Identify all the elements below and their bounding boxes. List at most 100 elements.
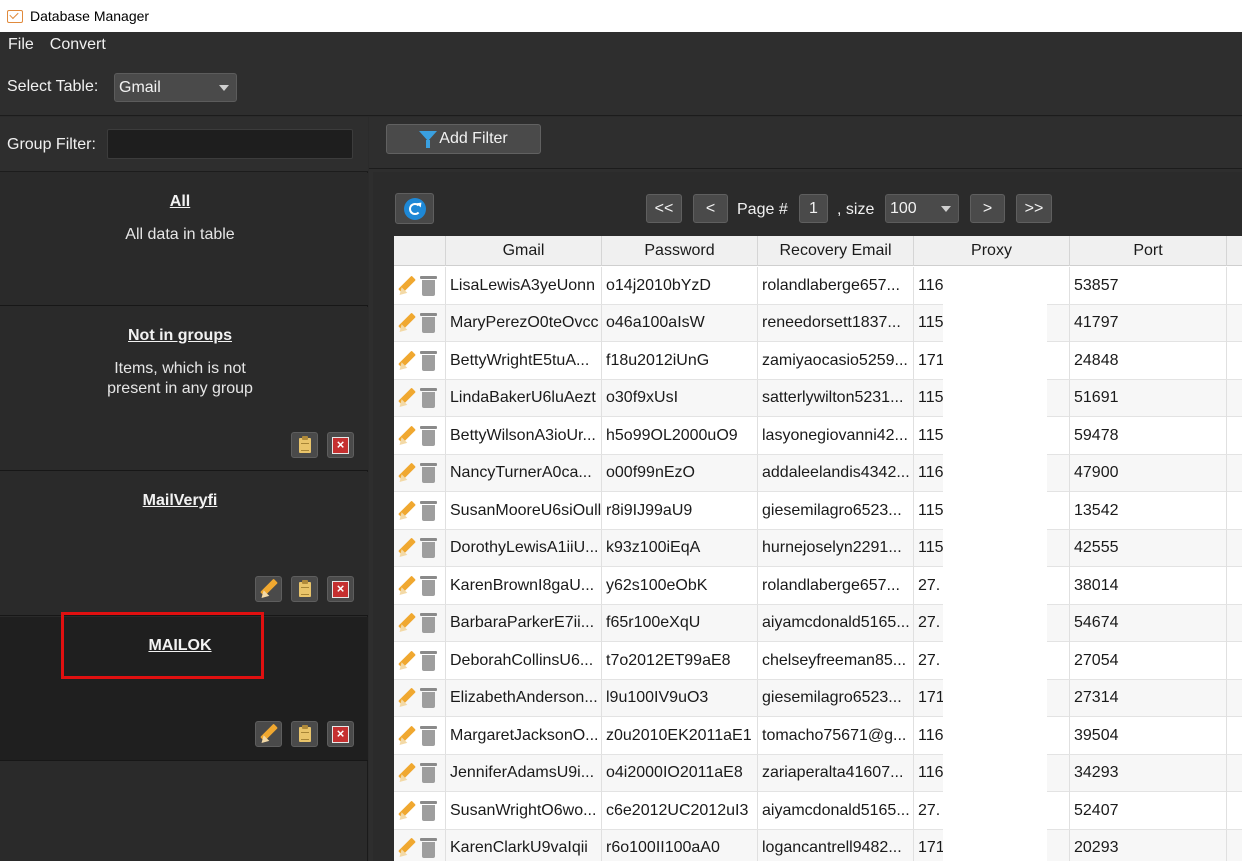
cell-port[interactable]: 51691	[1070, 379, 1227, 417]
copy-group-button[interactable]	[291, 576, 318, 602]
cell-password[interactable]: o14j2010bYzD	[602, 267, 758, 304]
delete-row-trash-icon[interactable]	[420, 388, 437, 408]
page-size-dropdown[interactable]: 100	[885, 194, 959, 223]
cell-port[interactable]: 27314	[1070, 679, 1227, 717]
delete-row-trash-icon[interactable]	[420, 688, 437, 708]
cell-port[interactable]: 39504	[1070, 717, 1227, 754]
cell-recovery-email[interactable]: rolandlaberge657...	[758, 267, 914, 304]
table-row[interactable]: ElizabethAnderson... l9u100IV9uO3 giesemil…	[394, 679, 1242, 717]
delete-row-trash-icon[interactable]	[420, 538, 437, 558]
edit-row-pencil-icon[interactable]	[397, 538, 417, 558]
add-filter-button[interactable]: Add Filter	[386, 124, 541, 154]
cell-port[interactable]: 53857	[1070, 267, 1227, 304]
copy-group-button[interactable]	[291, 721, 318, 747]
table-row[interactable]: JenniferAdamsU9i... o4i2000IO2011aE8 zaria…	[394, 754, 1242, 792]
edit-group-button[interactable]	[255, 576, 282, 602]
cell-gmail[interactable]: MaryPerezO0teOvcc	[446, 304, 602, 342]
delete-row-trash-icon[interactable]	[420, 613, 437, 633]
column-header-gmail[interactable]: Gmail	[446, 236, 602, 266]
edit-row-pencil-icon[interactable]	[397, 501, 417, 521]
cell-recovery-email[interactable]: aiyamcdonald5165...	[758, 792, 914, 829]
edit-row-pencil-icon[interactable]	[397, 838, 417, 858]
cell-password[interactable]: o00f99nEzO	[602, 454, 758, 492]
cell-recovery-email[interactable]: rolandlaberge657...	[758, 567, 914, 604]
cell-gmail[interactable]: DorothyLewisA1iiU...	[446, 529, 602, 567]
group-name[interactable]: All	[0, 193, 360, 211]
delete-row-trash-icon[interactable]	[420, 275, 437, 296]
cell-gmail[interactable]: ElizabethAnderson...	[446, 679, 602, 717]
cell-port[interactable]: 41797	[1070, 304, 1227, 342]
delete-row-trash-icon[interactable]	[420, 350, 437, 371]
refresh-button[interactable]	[395, 193, 434, 224]
delete-row-trash-icon[interactable]	[420, 838, 437, 858]
table-row[interactable]: KarenClarkU9vaIqii r6o100II100aA0 logancan…	[394, 829, 1242, 861]
cell-gmail[interactable]: JenniferAdamsU9i...	[446, 754, 602, 792]
cell-port[interactable]: 47900	[1070, 454, 1227, 492]
cell-recovery-email[interactable]: tomacho75671@g...	[758, 717, 914, 754]
table-select-dropdown[interactable]: Gmail	[114, 73, 237, 102]
cell-recovery-email[interactable]: satterlywilton5231...	[758, 379, 914, 417]
edit-row-pencil-icon[interactable]	[397, 651, 417, 671]
cell-recovery-email[interactable]: zariaperalta41607...	[758, 754, 914, 792]
cell-gmail[interactable]: SusanWrightO6wo...	[446, 792, 602, 829]
column-header-password[interactable]: Password	[602, 236, 758, 266]
cell-password[interactable]: f18u2012iUnG	[602, 342, 758, 379]
table-row[interactable]: DeborahCollinsU6... t7o2012ET99aE8 chelsey…	[394, 642, 1242, 680]
table-row[interactable]: NancyTurnerA0ca... o00f99nEzO addaleelandi…	[394, 454, 1242, 492]
group-item-not-in-groups[interactable]: Not in groups Items, which is not presen…	[0, 307, 368, 471]
cell-recovery-email[interactable]: zamiyaocasio5259...	[758, 342, 914, 379]
delete-group-button[interactable]: ×	[327, 721, 354, 747]
delete-group-button[interactable]: ×	[327, 576, 354, 602]
column-header-recovery-email[interactable]: Recovery Email	[758, 236, 914, 266]
cell-gmail[interactable]: BettyWilsonA3ioUr...	[446, 417, 602, 454]
cell-gmail[interactable]: SusanMooreU6siOull	[446, 492, 602, 529]
cell-port[interactable]: 20293	[1070, 829, 1227, 861]
cell-gmail[interactable]: KarenClarkU9vaIqii	[446, 829, 602, 861]
edit-row-pencil-icon[interactable]	[397, 351, 417, 371]
cell-password[interactable]: k93z100iEqA	[602, 529, 758, 567]
menu-convert[interactable]: Convert	[42, 36, 114, 54]
edit-row-pencil-icon[interactable]	[397, 801, 417, 821]
cell-gmail[interactable]: BettyWrightE5tuA...	[446, 342, 602, 379]
cell-password[interactable]: f65r100eXqU	[602, 604, 758, 642]
cell-gmail[interactable]: BarbaraParkerE7ii...	[446, 604, 602, 642]
cell-port[interactable]: 34293	[1070, 754, 1227, 792]
cell-recovery-email[interactable]: hurnejoselyn2291...	[758, 529, 914, 567]
prev-page-button[interactable]: <	[693, 194, 728, 223]
cell-port[interactable]: 24848	[1070, 342, 1227, 379]
column-header-port[interactable]: Port	[1070, 236, 1227, 266]
edit-row-pencil-icon[interactable]	[397, 576, 417, 596]
copy-group-button[interactable]	[291, 432, 318, 458]
cell-recovery-email[interactable]: giesemilagro6523...	[758, 492, 914, 529]
cell-password[interactable]: y62s100eObK	[602, 567, 758, 604]
delete-row-trash-icon[interactable]	[420, 800, 437, 821]
cell-recovery-email[interactable]: chelseyfreeman85...	[758, 642, 914, 679]
table-row[interactable]: BarbaraParkerE7ii... f65r100eXqU aiyamcdon…	[394, 604, 1242, 642]
cell-port[interactable]: 54674	[1070, 604, 1227, 642]
page-number-input[interactable]: 1	[799, 194, 828, 223]
delete-row-trash-icon[interactable]	[420, 575, 437, 596]
first-page-button[interactable]: <<	[646, 194, 682, 223]
cell-recovery-email[interactable]: logancantrell9482...	[758, 829, 914, 861]
group-name[interactable]: MailVeryfi	[0, 492, 360, 510]
cell-gmail[interactable]: KarenBrownI8gaU...	[446, 567, 602, 604]
cell-gmail[interactable]: MargaretJacksonO...	[446, 717, 602, 754]
cell-port[interactable]: 59478	[1070, 417, 1227, 454]
cell-recovery-email[interactable]: giesemilagro6523...	[758, 679, 914, 717]
edit-row-pencil-icon[interactable]	[397, 313, 417, 333]
edit-row-pencil-icon[interactable]	[397, 726, 417, 746]
table-row[interactable]: BettyWilsonA3ioUr... h5o99OL2000uO9 lasyon…	[394, 417, 1242, 455]
delete-row-trash-icon[interactable]	[420, 313, 437, 333]
table-row[interactable]: SusanWrightO6wo... c6e2012UC2012uI3 aiyamc…	[394, 792, 1242, 830]
table-row[interactable]: DorothyLewisA1iiU... k93z100iEqA hurnejose…	[394, 529, 1242, 567]
cell-password[interactable]: o46a100aIsW	[602, 304, 758, 342]
cell-password[interactable]: l9u100IV9uO3	[602, 679, 758, 717]
next-page-button[interactable]: >	[970, 194, 1005, 223]
cell-password[interactable]: h5o99OL2000uO9	[602, 417, 758, 454]
edit-row-pencil-icon[interactable]	[397, 276, 417, 296]
group-name[interactable]: Not in groups	[0, 327, 360, 345]
delete-row-trash-icon[interactable]	[420, 425, 437, 446]
cell-port[interactable]: 38014	[1070, 567, 1227, 604]
cell-password[interactable]: r6o100II100aA0	[602, 829, 758, 861]
table-row[interactable]: LindaBakerU6luAezt o30f9xUsI satterlywilto…	[394, 379, 1242, 417]
